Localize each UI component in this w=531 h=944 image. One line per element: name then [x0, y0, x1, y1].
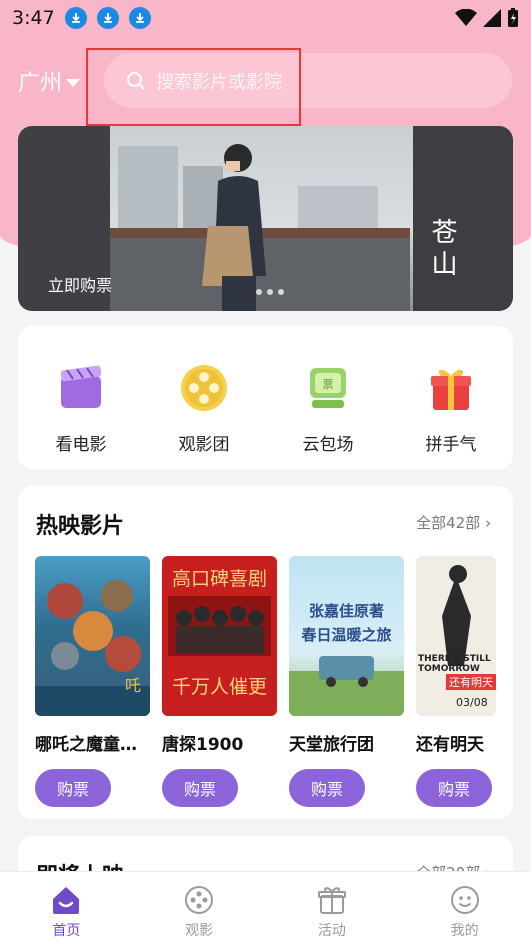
movie-card[interactable]: 吒 哪吒之魔童… 购票 [35, 556, 150, 807]
ticket-icon: 票 [310, 368, 346, 408]
gift-icon [317, 887, 346, 914]
buy-ticket-button[interactable]: 购票 [289, 769, 365, 807]
city-label: 广州 [18, 71, 63, 96]
banner-buy-label: 立即购票 [48, 276, 113, 295]
tab-label: 活动 [317, 923, 346, 939]
movie-poster[interactable]: 高口碑喜剧 千万人催更 [162, 556, 277, 716]
svg-text:票: 票 [323, 378, 334, 391]
bottom-tab-bar: 首页 观影 活动 我的 [0, 871, 531, 944]
tab-label: 观影 [185, 923, 214, 939]
clapperboard-icon [60, 365, 102, 408]
poster-tagline: 还有明天 [446, 674, 496, 690]
quick-entry-watch-movie[interactable]: 看电影 [26, 362, 136, 455]
tab-label: 我的 [450, 923, 479, 939]
movie-poster[interactable]: 吒 [35, 556, 150, 716]
movie-title: 哪吒之魔童… [35, 735, 137, 755]
download-icon [96, 7, 119, 29]
gift-box-icon [431, 369, 471, 410]
poster-date: 03/08 [456, 696, 488, 709]
status-icons [455, 8, 519, 28]
tab-label: 首页 [52, 923, 81, 939]
section-title: 热映影片 [36, 514, 125, 539]
quick-entry-label: 看电影 [55, 435, 107, 455]
buy-ticket-button[interactable]: 购票 [35, 769, 111, 807]
quick-entry-label: 拼手气 [425, 435, 477, 455]
buy-ticket-button[interactable]: 购票 [416, 769, 492, 807]
movie-card[interactable]: 张嘉佳原著 春日温暖之旅 天堂旅行团 购票 [289, 556, 404, 807]
poster-tagline: THERE'S STILL TOMORROW [418, 654, 491, 674]
search-highlight-box [86, 48, 301, 126]
banner-person-image [202, 144, 266, 311]
profile-icon [450, 886, 479, 914]
poster-tagline: 高口碑喜剧 [171, 568, 267, 590]
banner-movie-title: 苍山 [427, 218, 457, 282]
movie-poster[interactable]: THERE'S STILL TOMORROW 还有明天 03/08 [416, 556, 496, 716]
status-bar: 3:47 [0, 0, 531, 36]
tab-activity[interactable]: 活动 [266, 872, 399, 944]
poster-tagline: 千万人催更 [171, 676, 267, 698]
movie-card[interactable]: THERE'S STILL TOMORROW 还有明天 03/08 还有明天 购… [416, 556, 513, 807]
quick-entry-label: 观影团 [178, 435, 230, 455]
quick-entry-lucky-draw[interactable]: 拼手气 [396, 362, 506, 455]
wifi-icon [455, 9, 477, 26]
tab-watch[interactable]: 观影 [133, 872, 266, 944]
status-time: 3:47 [12, 7, 55, 29]
quick-entry-label: 云包场 [302, 435, 354, 455]
buy-ticket-button[interactable]: 购票 [162, 769, 238, 807]
poster-tagline: 张嘉佳原著 [308, 602, 384, 620]
movie-poster[interactable]: 张嘉佳原著 春日温暖之旅 [289, 556, 404, 716]
movie-title: 唐探1900 [162, 735, 244, 755]
poster-tagline: 春日温暖之旅 [301, 626, 392, 644]
movie-title: 天堂旅行团 [289, 735, 374, 755]
hot-movies-section: 热映影片 全部42部 › 吒 哪吒之魔童… 购票 高口碑喜剧 千万人催更 唐探1… [18, 486, 513, 819]
tab-profile[interactable]: 我的 [398, 872, 531, 944]
download-icon [128, 7, 151, 29]
film-icon [185, 886, 214, 914]
view-all-link[interactable]: 全部42部 › [416, 512, 491, 533]
quick-entry-screening-group[interactable]: 观影团 [149, 362, 259, 455]
film-reel-icon [181, 365, 227, 411]
city-selector[interactable]: 广州 [18, 65, 81, 97]
quick-entry-cloud-booking[interactable]: 票 云包场 [273, 362, 383, 455]
svg-text:吒: 吒 [125, 676, 141, 695]
quick-entries: 看电影 观影团 票 云包场 拼手气 [18, 326, 513, 469]
tab-home[interactable]: 首页 [0, 872, 133, 944]
chevron-down-icon [66, 78, 81, 87]
signal-icon [483, 9, 501, 27]
movie-card[interactable]: 高口碑喜剧 千万人催更 唐探1900 购票 [162, 556, 277, 807]
banner-pagination [256, 289, 284, 295]
battery-icon [508, 8, 518, 27]
download-icon [64, 7, 87, 29]
promo-banner[interactable]: 立即购票 苍山 [18, 126, 513, 311]
home-icon [53, 887, 80, 914]
movie-title: 还有明天 [416, 735, 484, 755]
